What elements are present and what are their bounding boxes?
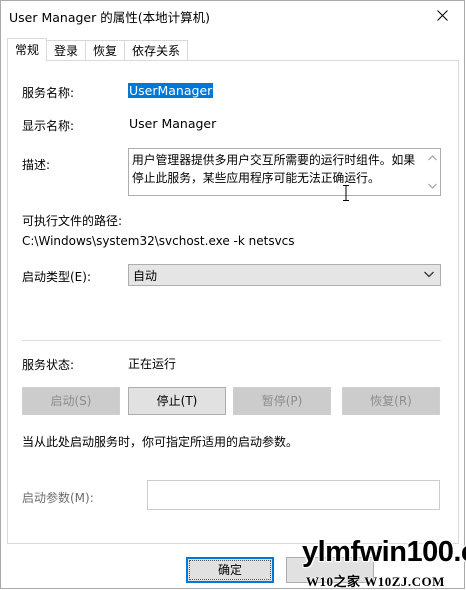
service-name-label: 服务名称: bbox=[22, 86, 75, 100]
service-name-selected-text: UserManager bbox=[128, 83, 214, 98]
exe-path-value[interactable]: C:\Windows\system32\svchost.exe -k netsv… bbox=[22, 234, 295, 248]
scroll-up-icon[interactable] bbox=[428, 155, 437, 161]
close-icon bbox=[436, 9, 448, 21]
description-text: 用户管理器提供多用户交互所需要的运行时组件。如果停止此服务，某些应用程序可能无法… bbox=[132, 153, 416, 185]
watermark-sub-text: W10之家 W10ZJ.COM bbox=[306, 574, 445, 589]
start-button[interactable]: 启动(S) bbox=[22, 387, 120, 415]
display-name-label: 显示名称: bbox=[22, 119, 75, 133]
text-cursor-icon bbox=[343, 185, 349, 201]
stop-button[interactable]: 停止(T) bbox=[128, 387, 226, 415]
description-scrollbar[interactable] bbox=[425, 149, 440, 195]
tab-dependencies[interactable]: 依存关系 bbox=[124, 40, 189, 60]
title-bar: User Manager 的属性(本地计算机) bbox=[1, 1, 464, 31]
section-divider bbox=[22, 340, 441, 341]
display-name-value[interactable]: User Manager bbox=[129, 116, 216, 131]
tab-recovery[interactable]: 恢复 bbox=[85, 40, 126, 60]
exe-path-label: 可执行文件的路径: bbox=[22, 214, 123, 228]
chevron-down-icon bbox=[424, 271, 434, 278]
resume-button[interactable]: 恢复(R) bbox=[342, 387, 440, 415]
ok-button-label: 确定 bbox=[217, 563, 242, 577]
properties-dialog: User Manager 的属性(本地计算机) 常规 登录 恢复 依存关系 服务… bbox=[0, 0, 465, 589]
watermark-logo: ylmfwin100.com W10之家 W10ZJ.COM bbox=[302, 536, 466, 590]
start-params-label: 启动参数(M): bbox=[22, 491, 94, 505]
description-label: 描述: bbox=[22, 158, 51, 172]
startup-type-value: 自动 bbox=[133, 269, 158, 283]
service-status-label: 服务状态: bbox=[22, 358, 75, 372]
pause-button[interactable]: 暂停(P) bbox=[233, 387, 331, 415]
tab-general[interactable]: 常规 bbox=[7, 38, 48, 61]
service-status-value: 正在运行 bbox=[128, 357, 177, 371]
description-box[interactable]: 用户管理器提供多用户交互所需要的运行时组件。如果停止此服务，某些应用程序可能无法… bbox=[128, 148, 441, 196]
general-panel: 服务名称: UserManager 显示名称: User Manager 描述:… bbox=[7, 60, 459, 544]
tab-strip: 常规 登录 恢复 依存关系 bbox=[7, 38, 189, 61]
close-button[interactable] bbox=[420, 1, 464, 29]
start-params-hint: 当从此处启动服务时，你可指定所适用的启动参数。 bbox=[22, 435, 299, 449]
ok-button[interactable]: 确定 bbox=[186, 557, 274, 583]
tab-logon[interactable]: 登录 bbox=[46, 40, 87, 60]
window-title: User Manager 的属性(本地计算机) bbox=[9, 10, 210, 25]
startup-type-label: 启动类型(E): bbox=[22, 270, 91, 284]
scroll-down-icon[interactable] bbox=[428, 183, 437, 189]
start-params-input[interactable] bbox=[147, 480, 440, 510]
service-name-value[interactable]: UserManager bbox=[128, 83, 214, 98]
watermark-main-text: ylmfwin100.com bbox=[302, 536, 466, 568]
startup-type-dropdown[interactable]: 自动 bbox=[128, 264, 441, 286]
